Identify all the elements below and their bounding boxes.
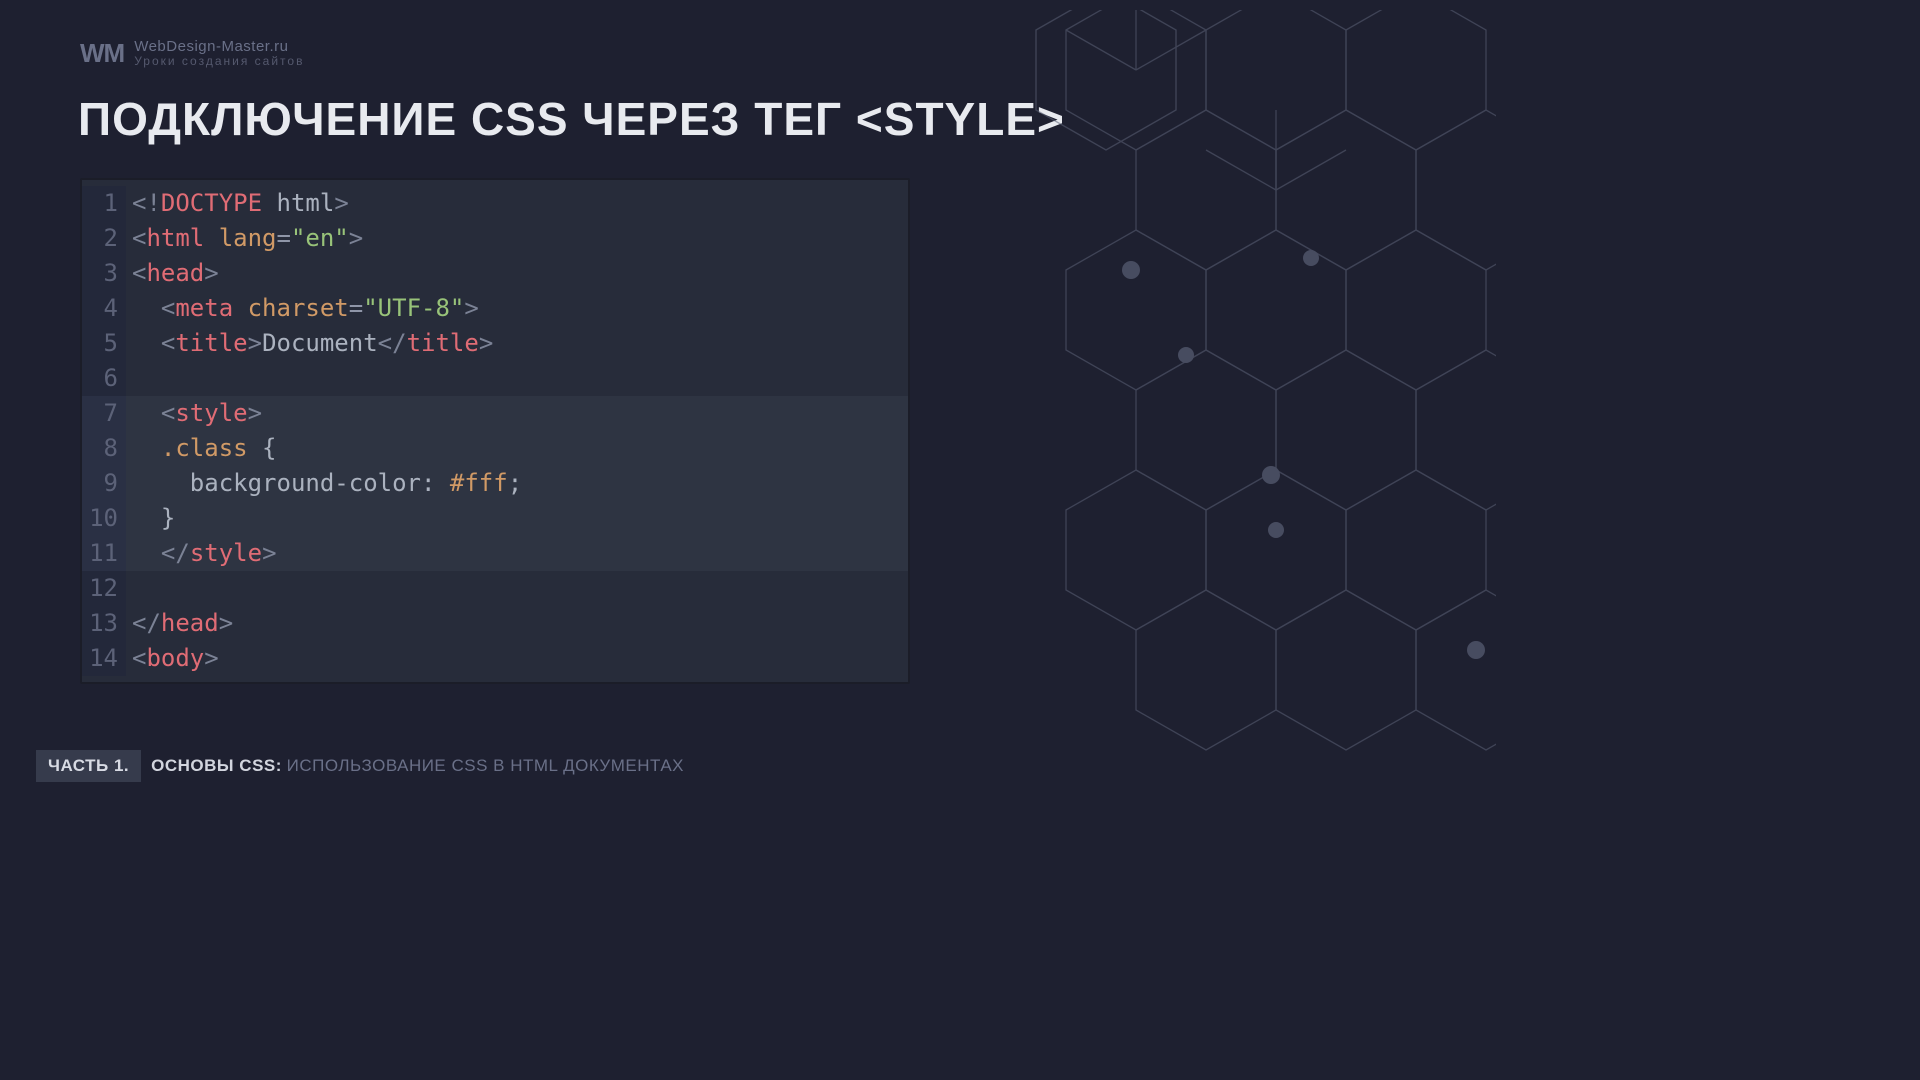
code-line: 11 </style>	[82, 536, 908, 571]
line-number: 9	[82, 466, 126, 501]
code-content: </head>	[126, 606, 908, 641]
footer-section-subtitle-text: ИСПОЛЬЗОВАНИЕ CSS В HTML ДОКУМЕНТАХ	[287, 756, 684, 775]
line-number: 1	[82, 186, 126, 221]
code-line: 4 <meta charset="UTF-8">	[82, 291, 908, 326]
code-line: 14<body>	[82, 641, 908, 676]
brand-text: WebDesign-Master.ru Уроки создания сайто…	[134, 39, 304, 69]
code-content: <title>Document</title>	[126, 326, 908, 361]
code-line: 7 <style>	[82, 396, 908, 431]
slide-footer: ЧАСТЬ 1. ОСНОВЫ CSS: ИСПОЛЬЗОВАНИЕ CSS В…	[36, 750, 684, 782]
line-number: 10	[82, 501, 126, 536]
code-line: 3<head>	[82, 256, 908, 291]
code-content: <meta charset="UTF-8">	[126, 291, 908, 326]
brand-title: WebDesign-Master.ru	[134, 39, 304, 56]
code-content: <html lang="en">	[126, 221, 908, 256]
code-content: background-color: #fff;	[126, 466, 908, 501]
code-content: <!DOCTYPE html>	[126, 186, 908, 221]
line-number: 5	[82, 326, 126, 361]
code-content	[126, 571, 908, 606]
slide-title: ПОДКЛЮЧЕНИЕ CSS ЧЕРЕЗ ТЕГ <STYLE>	[78, 92, 1065, 146]
line-number: 14	[82, 641, 126, 676]
brand-block: WM WebDesign-Master.ru Уроки создания са…	[80, 38, 304, 69]
code-line: 9 background-color: #fff;	[82, 466, 908, 501]
line-number: 12	[82, 571, 126, 606]
brand-subtitle: Уроки создания сайтов	[134, 55, 304, 68]
code-content: <head>	[126, 256, 908, 291]
line-number: 3	[82, 256, 126, 291]
code-line: 13</head>	[82, 606, 908, 641]
code-line: 6	[82, 361, 908, 396]
code-content: }	[126, 501, 908, 536]
code-line: 8 .class {	[82, 431, 908, 466]
code-line: 1<!DOCTYPE html>	[82, 186, 908, 221]
line-number: 11	[82, 536, 126, 571]
code-content: .class {	[126, 431, 908, 466]
line-number: 8	[82, 431, 126, 466]
code-line: 2<html lang="en">	[82, 221, 908, 256]
line-number: 6	[82, 361, 126, 396]
line-number: 4	[82, 291, 126, 326]
brand-logo-mark: WM	[80, 38, 124, 69]
code-content: <body>	[126, 641, 908, 676]
line-number: 2	[82, 221, 126, 256]
code-content	[126, 361, 908, 396]
code-line: 10 }	[82, 501, 908, 536]
footer-part-badge: ЧАСТЬ 1.	[36, 750, 141, 782]
code-editor: 1<!DOCTYPE html>2<html lang="en">3<head>…	[80, 178, 910, 684]
code-line: 5 <title>Document</title>	[82, 326, 908, 361]
line-number: 13	[82, 606, 126, 641]
code-content: </style>	[126, 536, 908, 571]
code-content: <style>	[126, 396, 908, 431]
code-line: 12	[82, 571, 908, 606]
line-number: 7	[82, 396, 126, 431]
footer-section-title: ОСНОВЫ CSS:	[151, 756, 282, 775]
